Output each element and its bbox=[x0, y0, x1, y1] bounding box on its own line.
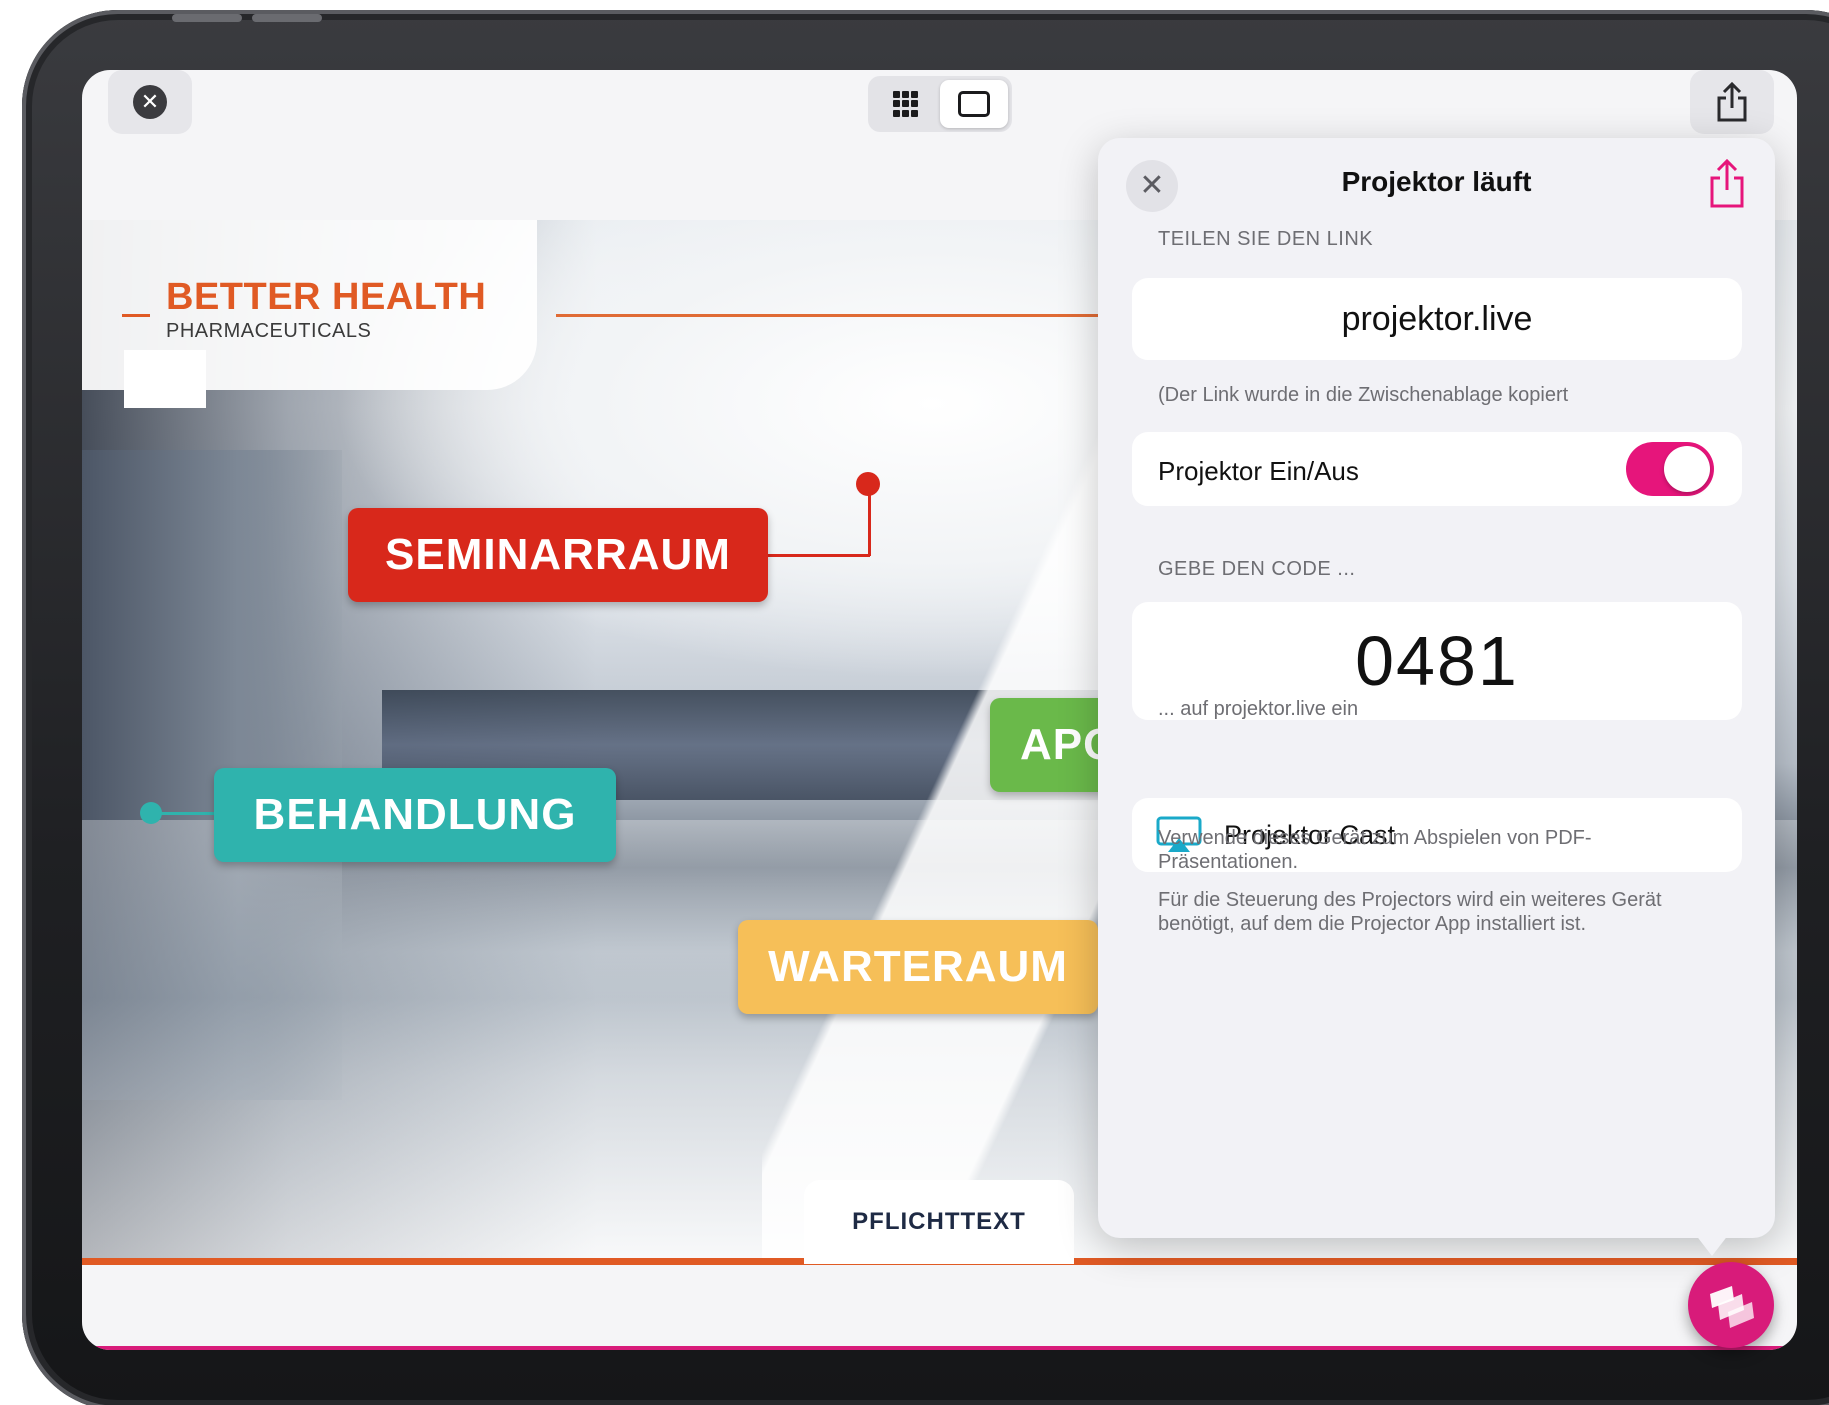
cast-description: Verwende dieses Gerät zum Abspielen von … bbox=[1158, 827, 1592, 873]
single-slide-icon bbox=[958, 91, 990, 117]
grid-view-button[interactable] bbox=[872, 80, 940, 128]
toolbar-share-button[interactable] bbox=[1690, 70, 1774, 134]
code-hint: ... auf projektor.live ein bbox=[1158, 698, 1359, 720]
bottom-accent-line bbox=[82, 1346, 1797, 1350]
toggle-label: Projektor Ein/Aus bbox=[1158, 456, 1359, 486]
projector-panel: ✕ Projektor läuft TEILEN SIE DEN LINK pr… bbox=[1098, 138, 1775, 1238]
view-mode-segmented-control bbox=[868, 76, 1012, 132]
panel-title: Projektor läuft bbox=[1341, 166, 1532, 197]
code-label: GEBE DEN CODE ... bbox=[1158, 558, 1356, 580]
tag-behandlung[interactable]: BEHANDLUNG bbox=[214, 768, 616, 862]
projector-logo-icon bbox=[1710, 1286, 1754, 1328]
projector-toggle[interactable] bbox=[1626, 442, 1714, 496]
grid-icon bbox=[893, 91, 919, 117]
seminar-hotspot[interactable] bbox=[856, 472, 880, 496]
tag-seminarraum[interactable]: SEMINARRAUM bbox=[348, 508, 768, 602]
behandlung-hotspot[interactable] bbox=[140, 802, 162, 824]
single-view-button[interactable] bbox=[940, 80, 1008, 128]
seminar-connector bbox=[768, 554, 870, 557]
tag-warteraum[interactable]: WARTERAUM bbox=[738, 920, 1098, 1014]
share-icon[interactable] bbox=[1705, 158, 1749, 210]
logo-subtitle: PHARMACEUTICALS bbox=[166, 320, 372, 342]
toggle-knob bbox=[1664, 446, 1710, 492]
close-icon: ✕ bbox=[133, 85, 167, 119]
share-icon bbox=[1717, 82, 1747, 122]
header-divider bbox=[556, 314, 1156, 317]
volume-button bbox=[252, 14, 322, 22]
link-copied-hint: (Der Link wurde in die Zwischenablage ko… bbox=[1158, 384, 1569, 406]
logo-title: BETTER HEALTH bbox=[166, 276, 487, 318]
redaction-box bbox=[124, 350, 206, 408]
projector-toggle-row: Projektor Ein/Aus bbox=[1132, 432, 1742, 506]
projector-app-button[interactable] bbox=[1688, 1262, 1774, 1348]
link-card[interactable]: projektor.live bbox=[1132, 278, 1742, 360]
pflichttext-tab[interactable]: PFLICHTTEXT bbox=[804, 1180, 1074, 1264]
volume-button bbox=[172, 14, 242, 22]
share-link-label: TEILEN SIE DEN LINK bbox=[1158, 228, 1374, 250]
cast-requirement: Für die Steuerung des Projectors wird ei… bbox=[1158, 889, 1662, 935]
close-presentation-button[interactable]: ✕ bbox=[108, 70, 192, 134]
app-screen: ✕ BETTER HEALTH PHARMACEUTICALS SEMINARR… bbox=[82, 70, 1797, 1350]
